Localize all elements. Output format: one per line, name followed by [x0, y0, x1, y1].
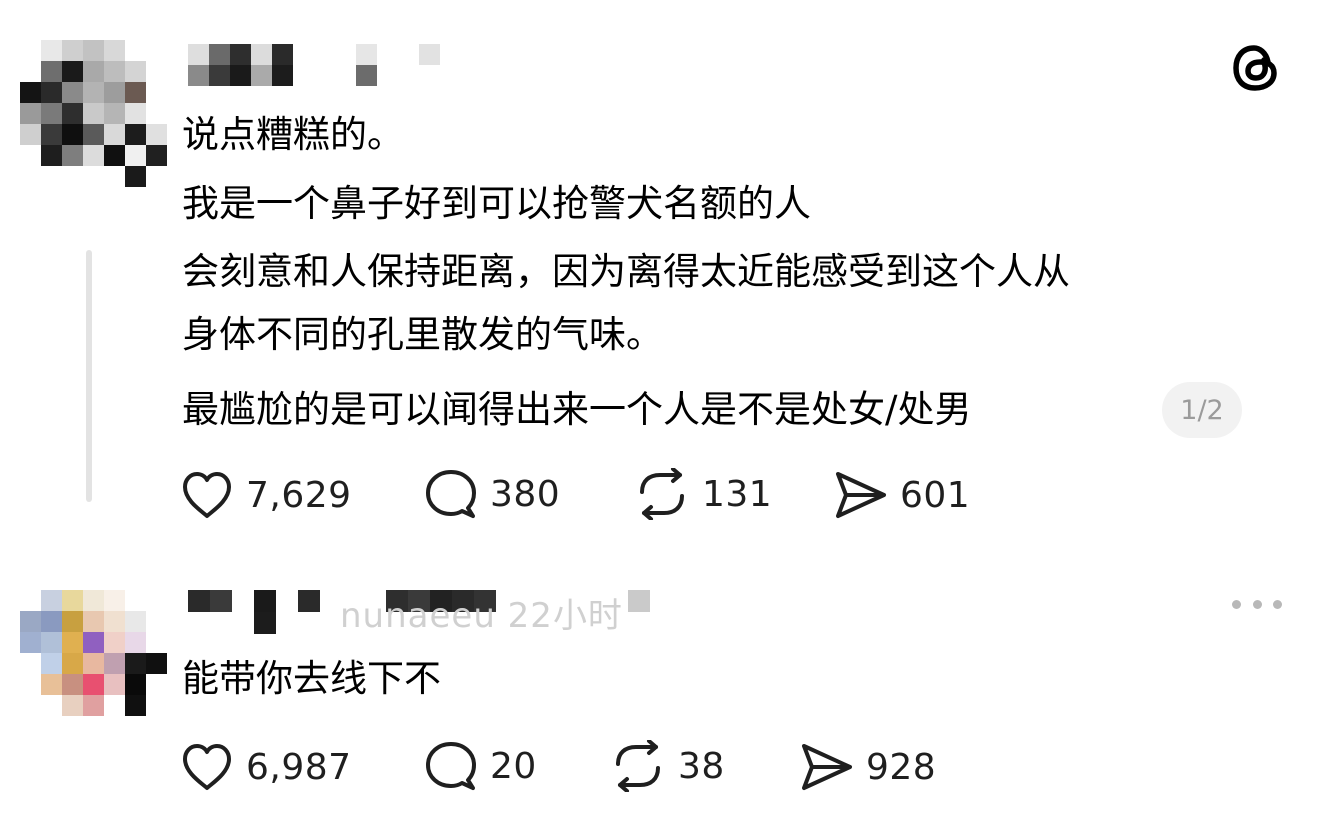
post-repost-button[interactable]: 131: [634, 468, 772, 520]
post-like-button[interactable]: 7,629: [180, 470, 352, 520]
heart-icon: [183, 472, 231, 518]
threads-post-view: 说点糟糕的。 我是一个鼻子好到可以抢警犬名额的人 会刻意和人保持距离，因为离得太…: [0, 0, 1320, 821]
post-like-count: 7,629: [246, 474, 352, 516]
send-icon: [836, 472, 886, 518]
comment-icon: [426, 742, 476, 790]
post-text-line-4: 身体不同的孔里散发的气味。: [182, 313, 663, 356]
reply-like-button[interactable]: 6,987: [180, 742, 352, 792]
more-dot: [1273, 599, 1282, 609]
more-dot: [1252, 599, 1262, 609]
post-reply-count: 380: [490, 473, 561, 515]
repost-icon: [616, 740, 660, 792]
post-share-button[interactable]: 601: [834, 470, 970, 520]
reply-reply-button[interactable]: 20: [424, 740, 537, 792]
reply-reply-count: 20: [490, 745, 537, 787]
reply-author-meta: nunaeeu 22小时: [340, 596, 623, 636]
repost-icon: [640, 468, 684, 520]
heart-icon: [183, 744, 231, 790]
post-text-line-5: 最尴尬的是可以闻得出来一个人是不是处女/处男: [182, 388, 972, 431]
post-text-line-2: 我是一个鼻子好到可以抢警犬名额的人: [182, 182, 811, 225]
post-author-name[interactable]: [188, 44, 488, 86]
post-text-line-3: 会刻意和人保持距离，因为离得太近能感受到这个人从: [182, 250, 1070, 293]
reply-like-count: 6,987: [246, 746, 352, 788]
reply-more-button[interactable]: [1232, 594, 1282, 614]
reply-repost-button[interactable]: 38: [610, 740, 725, 792]
threads-logo-icon[interactable]: [1228, 40, 1284, 96]
post-reply-button[interactable]: 380: [424, 468, 560, 520]
reply-repost-count: 38: [678, 745, 725, 787]
reply-share-count: 928: [866, 746, 937, 788]
reply-share-button[interactable]: 928: [800, 742, 936, 792]
thread-connector-line: [86, 250, 92, 502]
reply-author-avatar[interactable]: [20, 590, 170, 718]
reply-text: 能带你去线下不: [182, 657, 441, 700]
thread-page-indicator[interactable]: 1/2: [1162, 382, 1242, 438]
post-text-line-1: 说点糟糕的。: [182, 113, 404, 156]
post-repost-count: 131: [702, 473, 773, 515]
post-author-avatar[interactable]: [20, 40, 167, 190]
more-horizontal-icon: [1232, 599, 1241, 609]
post-share-count: 601: [900, 474, 971, 516]
send-icon: [802, 744, 852, 790]
comment-icon: [426, 470, 476, 518]
